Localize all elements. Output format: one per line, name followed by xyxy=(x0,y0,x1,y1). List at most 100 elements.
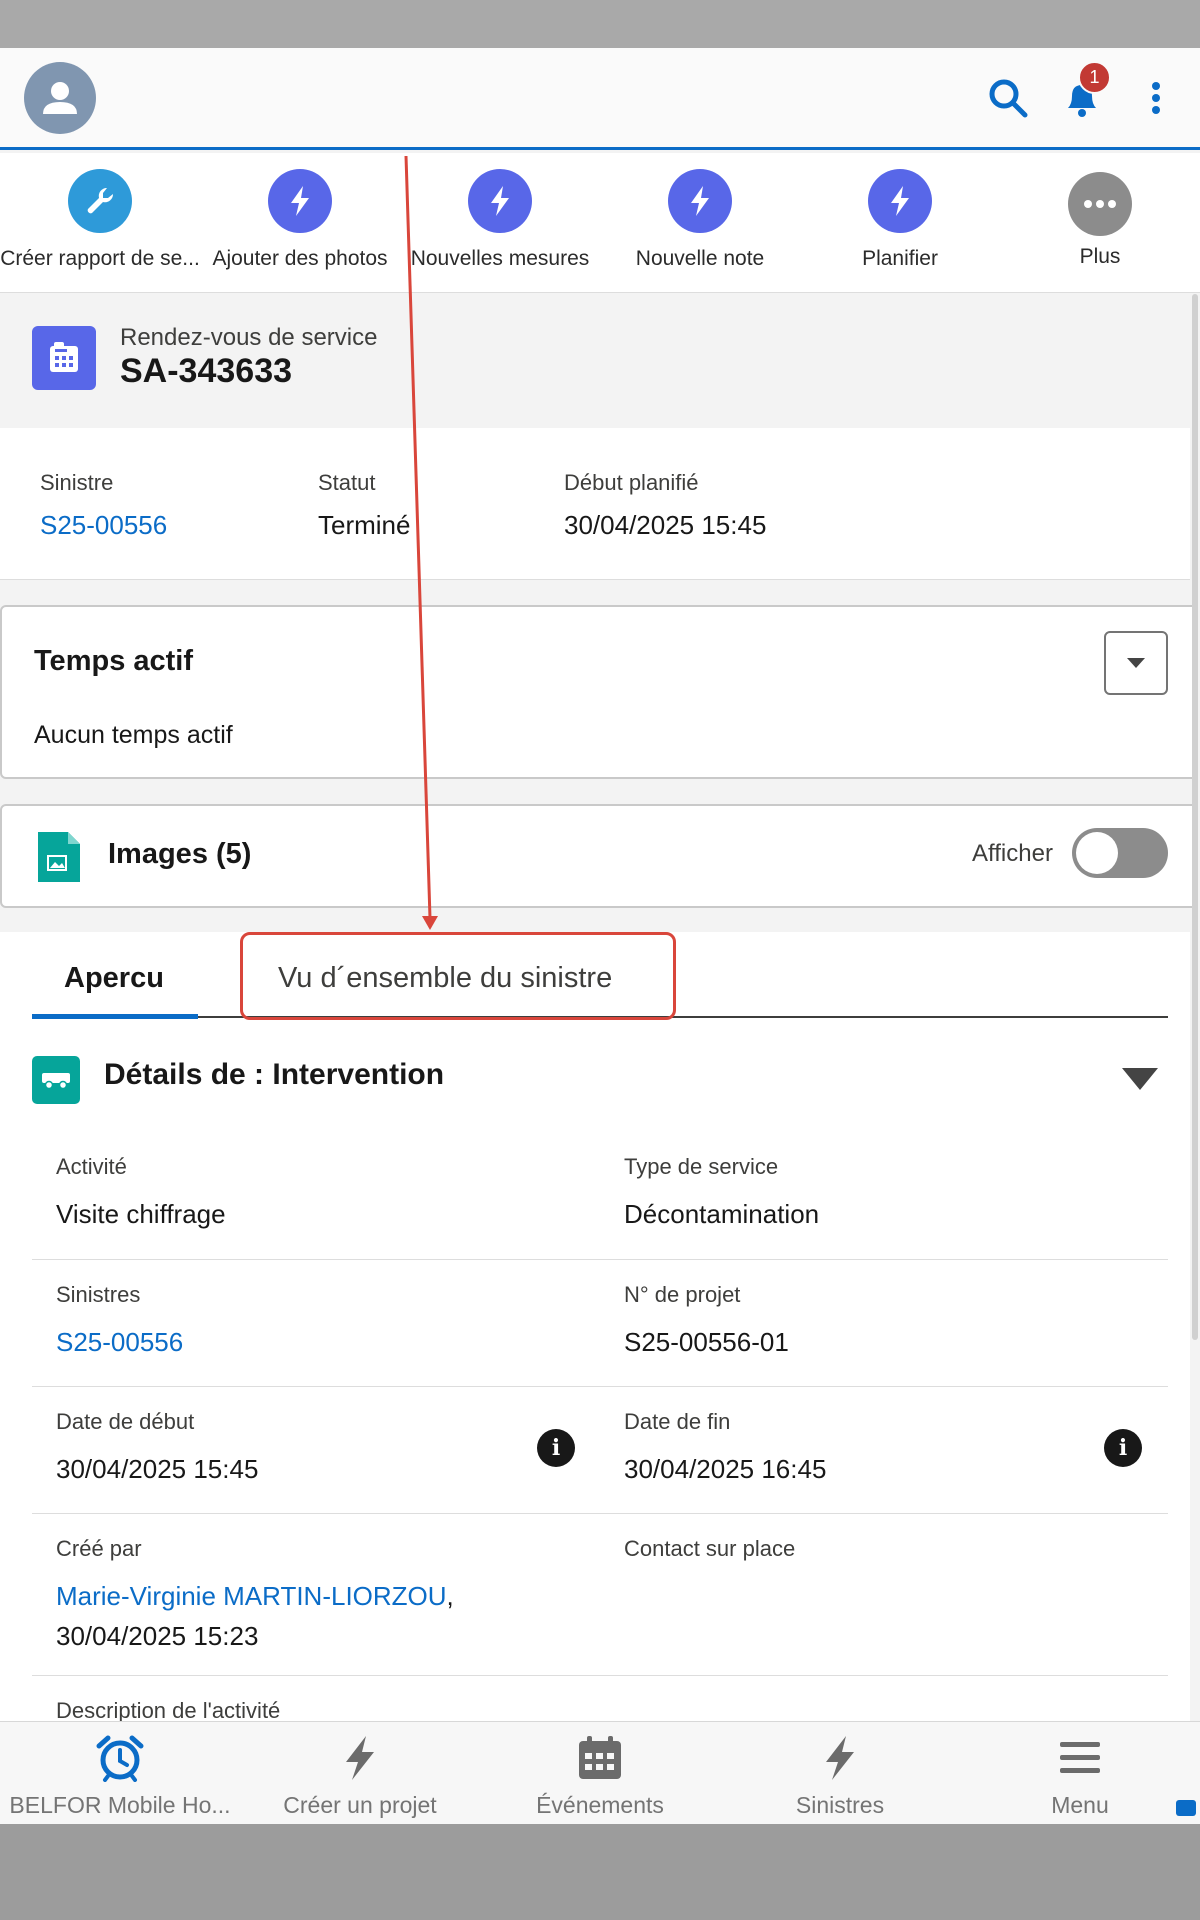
nav-create-project[interactable]: Créer un projet xyxy=(240,1722,480,1825)
action-bar: Créer rapport de se... Ajouter des photo… xyxy=(0,153,1200,293)
nav-label: Menu xyxy=(1051,1792,1109,1818)
field-label: Activité xyxy=(56,1154,127,1179)
field-label: Sinistres xyxy=(56,1282,141,1307)
lightning-icon xyxy=(468,169,532,233)
field-label: Date de début xyxy=(56,1409,195,1434)
active-time-empty-text: Aucun temps actif xyxy=(34,721,233,749)
nav-label: Sinistres xyxy=(795,1792,885,1818)
lightning-icon xyxy=(816,1734,864,1782)
alarm-clock-icon xyxy=(96,1734,144,1782)
more-icon xyxy=(1068,172,1132,236)
nav-events[interactable]: Événements xyxy=(480,1722,720,1825)
detail-row: Créé par Marie-Virginie MARTIN-LIORZOU, … xyxy=(32,1514,1168,1676)
action-add-photos[interactable]: Ajouter des photos xyxy=(200,153,400,293)
images-title: Images (5) xyxy=(108,838,252,870)
notification-badge: 1 xyxy=(1078,61,1111,94)
lightning-icon xyxy=(668,169,732,233)
field-activity: Activité Visite chiffrage xyxy=(56,1154,226,1234)
field-label: Sinistre xyxy=(40,470,114,495)
toggle-knob xyxy=(1076,832,1118,874)
record-type: Rendez-vous de service xyxy=(120,324,378,351)
user-avatar[interactable] xyxy=(24,62,96,134)
action-schedule[interactable]: Planifier xyxy=(800,153,1000,293)
truck-icon xyxy=(32,1056,80,1104)
action-new-note[interactable]: Nouvelle note xyxy=(600,153,800,293)
app-header: 1 xyxy=(0,48,1200,150)
toggle-label: Afficher xyxy=(972,840,1053,867)
scrollbar[interactable] xyxy=(1192,294,1198,1340)
section-title: Détails de : Intervention xyxy=(104,1058,445,1091)
record-name: SA-343633 xyxy=(120,352,293,390)
field-project-number: N° de projet S25-00556-01 xyxy=(624,1282,789,1362)
card-title: Temps actif xyxy=(34,645,194,677)
field-label: Type de service xyxy=(624,1154,779,1179)
field-value: 30/04/2025 15:45 xyxy=(56,1454,259,1484)
action-create-report[interactable]: Créer rapport de se... xyxy=(0,153,200,293)
search-icon[interactable] xyxy=(984,74,1032,122)
system-nav-area xyxy=(0,1824,1200,1920)
wrench-icon xyxy=(68,169,132,233)
hamburger-icon xyxy=(1056,1734,1104,1782)
claims-link[interactable]: S25-00556 xyxy=(56,1322,183,1362)
action-label: Nouvelles mesures xyxy=(410,247,590,270)
image-file-icon xyxy=(38,832,80,882)
service-appointment-icon xyxy=(32,326,96,390)
action-label: Ajouter des photos xyxy=(212,247,388,270)
field-value: 30/04/2025 16:45 xyxy=(624,1454,827,1484)
field-claims: Sinistres S25-00556 xyxy=(56,1282,183,1362)
field-label: Contact sur place xyxy=(624,1536,796,1561)
field-label: Créé par xyxy=(56,1536,142,1561)
action-label: Nouvelle note xyxy=(635,247,765,270)
more-vertical-icon[interactable] xyxy=(1132,74,1180,122)
user-icon xyxy=(43,82,77,114)
bottom-navigation: BELFOR Mobile Ho... Créer un projet Évén… xyxy=(0,1721,1200,1824)
calendar-icon xyxy=(576,1734,624,1782)
info-icon[interactable]: i xyxy=(1104,1429,1142,1467)
lightning-icon xyxy=(336,1734,384,1782)
nav-home[interactable]: BELFOR Mobile Ho... xyxy=(0,1722,240,1825)
briefcase-icon[interactable] xyxy=(1176,1800,1196,1816)
action-label: Plus xyxy=(1079,245,1121,268)
nav-label: Créer un projet xyxy=(283,1792,437,1818)
nav-label: Événements xyxy=(536,1792,664,1818)
active-tab-indicator xyxy=(32,1014,198,1019)
field-label: N° de projet xyxy=(624,1282,741,1307)
created-date-value: 30/04/2025 15:23 xyxy=(56,1621,259,1651)
action-label: Créer rapport de se... xyxy=(0,247,200,270)
images-card: Images (5) Afficher xyxy=(0,804,1198,908)
action-more[interactable]: Plus xyxy=(1000,153,1200,293)
tab-apercu[interactable]: Apercu xyxy=(64,962,164,995)
section-collapse-chevron-icon[interactable] xyxy=(1122,1068,1158,1090)
field-label: Début planifié xyxy=(564,470,699,495)
field-value: S25-00556-01 xyxy=(624,1327,789,1357)
planned-start-value: 30/04/2025 15:45 xyxy=(564,510,767,540)
action-new-measures[interactable]: Nouvelles mesures xyxy=(400,153,600,293)
lightning-icon xyxy=(268,169,332,233)
chevron-down-icon xyxy=(1127,658,1145,668)
detail-row: Activité Visite chiffrage Type de servic… xyxy=(32,1132,1168,1260)
active-time-card: Temps actif Aucun temps actif xyxy=(0,605,1198,779)
claim-link[interactable]: S25-00556 xyxy=(40,510,167,541)
nav-claims[interactable]: Sinistres xyxy=(720,1722,960,1825)
show-images-toggle[interactable] xyxy=(1072,828,1168,878)
field-created-by: Créé par Marie-Virginie MARTIN-LIORZOU, … xyxy=(56,1536,454,1656)
action-label: Planifier xyxy=(862,247,938,270)
creator-link[interactable]: Marie-Virginie MARTIN-LIORZOU xyxy=(56,1581,447,1611)
annotation-highlight-box xyxy=(240,932,676,1020)
detail-row: Date de début 30/04/2025 15:45 i Date de… xyxy=(32,1387,1168,1514)
active-time-dropdown-button[interactable] xyxy=(1104,631,1168,695)
info-icon[interactable]: i xyxy=(537,1429,575,1467)
field-label: Statut xyxy=(318,470,376,495)
record-highlights: Sinistre S25-00556 Statut Terminé Début … xyxy=(0,428,1190,580)
field-value: Décontamination xyxy=(624,1199,820,1229)
nav-menu[interactable]: Menu xyxy=(960,1722,1200,1825)
field-start-date: Date de début 30/04/2025 15:45 xyxy=(56,1409,258,1489)
nav-label: BELFOR Mobile Ho... xyxy=(9,1792,231,1818)
field-label: Date de fin xyxy=(624,1409,731,1434)
detail-row: Sinistres S25-00556 N° de projet S25-005… xyxy=(32,1260,1168,1387)
field-service-type: Type de service Décontamination xyxy=(624,1154,819,1234)
field-onsite-contact: Contact sur place xyxy=(624,1536,795,1576)
field-end-date: Date de fin 30/04/2025 16:45 xyxy=(624,1409,826,1489)
record-header: Rendez-vous de service SA-343633 xyxy=(0,294,1190,428)
highlight-status: Statut Terminé xyxy=(318,470,422,541)
